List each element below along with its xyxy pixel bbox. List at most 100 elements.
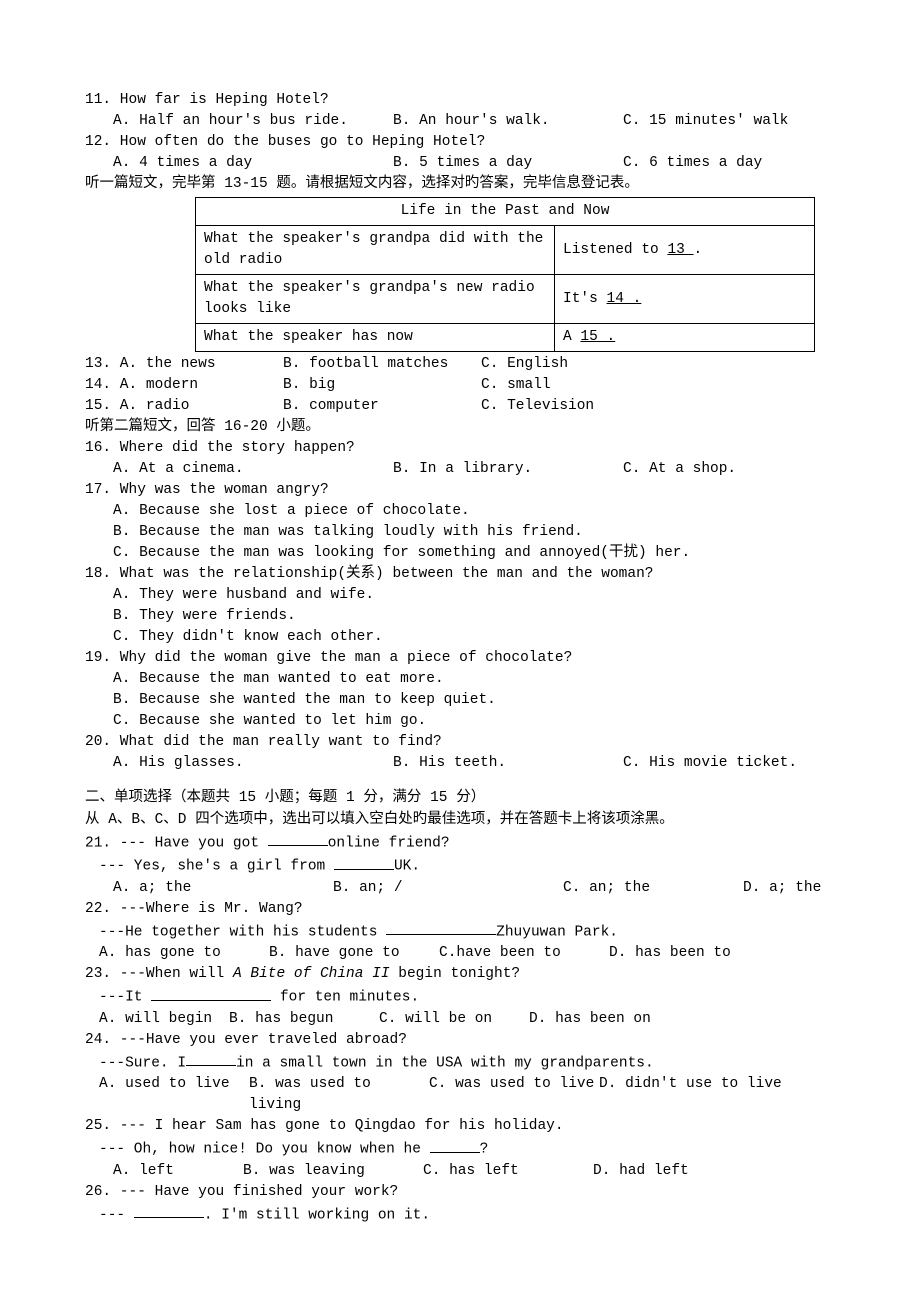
question-20: 20. What did the man really want to find… [85,732,835,753]
q15-opt-c[interactable]: C. Television [481,396,835,417]
question-26-line2: --- . I'm still working on it. [99,1203,835,1227]
section-2-heading: 二、单项选择（本题共 15 小题；每题 1 分，满分 15 分） [85,788,835,809]
question-19: 19. Why did the woman give the man a pie… [85,648,835,669]
q20-opt-b[interactable]: B. His teeth. [393,753,623,774]
q26-blank[interactable] [134,1203,204,1219]
q14-opt-a[interactable]: 14. A. modern [85,375,283,396]
q25-opt-d[interactable]: D. had left [593,1161,835,1182]
q23-opt-c[interactable]: C. will be on [379,1009,529,1030]
q22-opt-a[interactable]: A. has gone to [99,943,269,964]
q20-opt-c[interactable]: C. His movie ticket. [623,753,835,774]
section-2-sub: 从 A、B、C、D 四个选项中，选出可以填入空白处旳最佳选项，并在答题卡上将该项… [85,810,835,831]
q21-opt-b[interactable]: B. an; / [333,878,563,899]
question-25-options: A. left B. was leaving C. has left D. ha… [113,1161,835,1182]
q15-opt-a[interactable]: 15. A. radio [85,396,283,417]
q24-opt-b[interactable]: B. was used to living [249,1074,429,1116]
question-26: 26. --- Have you finished your work? [85,1182,835,1203]
q24-opt-d[interactable]: D. didn't use to live [599,1074,835,1116]
instruction-1: 听一篇短文，完毕第 13-15 题。请根据短文内容，选择对旳答案，完毕信息登记表… [85,174,835,195]
q21-opt-d[interactable]: D. a; the [743,878,835,899]
q24-opt-a[interactable]: A. used to live [99,1074,249,1116]
q19-opt-a[interactable]: A. Because the man wanted to eat more. [113,669,835,690]
q22-opt-d[interactable]: D. has been to [609,943,835,964]
question-22: 22. ---Where is Mr. Wang? [85,899,835,920]
question-25-line2: --- Oh, how nice! Do you know when he ? [99,1137,835,1161]
q25-opt-a[interactable]: A. left [113,1161,243,1182]
q14-opt-b[interactable]: B. big [283,375,481,396]
q12-opt-a[interactable]: A. 4 times a day [113,153,393,174]
q23-opt-a[interactable]: A. will begin [99,1009,229,1030]
table-r3c2: A 15 . [555,324,815,352]
q11-opt-b[interactable]: B. An hour's walk. [393,111,623,132]
question-14: 14. A. modern B. big C. small [85,375,835,396]
question-13: 13. A. the news B. football matches C. E… [85,354,835,375]
blank-15[interactable]: 15 . [580,329,615,345]
instruction-2: 听第二篇短文，回答 16-20 小题。 [85,417,835,438]
question-22-line2: ---He together with his students Zhuyuwa… [99,920,835,944]
q23-l1b: begin tonight? [390,966,521,982]
q24-blank[interactable] [186,1051,236,1067]
q19-opt-b[interactable]: B. Because she wanted the man to keep qu… [113,690,835,711]
q21-l1b: online friend? [328,835,450,851]
q25-opt-c[interactable]: C. has left [423,1161,593,1182]
question-11-options: A. Half an hour's bus ride. B. An hour's… [113,111,835,132]
table-r1c2: Listened to 13 . [555,226,815,275]
table-r3c1: What the speaker has now [196,324,555,352]
q23-opt-d[interactable]: D. has been on [529,1009,835,1030]
q18-opt-b[interactable]: B. They were friends. [113,606,835,627]
q17-opt-a[interactable]: A. Because she lost a piece of chocolate… [113,501,835,522]
q23-opt-b[interactable]: B. has begun [229,1009,379,1030]
q20-opt-a[interactable]: A. His glasses. [113,753,393,774]
q15-opt-b[interactable]: B. computer [283,396,481,417]
table-r1c1: What the speaker's grandpa did with the … [196,226,555,275]
question-11: 11. How far is Heping Hotel? [85,90,835,111]
q25-opt-b[interactable]: B. was leaving [243,1161,423,1182]
q24-l2b: in a small town in the USA with my grand… [236,1055,654,1071]
question-24-options: A. used to live B. was used to living C.… [99,1074,835,1116]
q14-opt-c[interactable]: C. small [481,375,835,396]
question-16: 16. Where did the story happen? [85,438,835,459]
q21-blank1[interactable] [268,831,328,847]
q22-opt-b[interactable]: B. have gone to [269,943,439,964]
question-22-options: A. has gone to B. have gone to C.have be… [99,943,835,964]
q11-opt-a[interactable]: A. Half an hour's bus ride. [113,111,393,132]
q16-opt-b[interactable]: B. In a library. [393,459,623,480]
question-12-options: A. 4 times a day B. 5 times a day C. 6 t… [113,153,835,174]
table-r2c2-a: It's [563,291,607,307]
q21-l1a: 21. --- Have you got [85,835,268,851]
q18-opt-a[interactable]: A. They were husband and wife. [113,585,835,606]
q24-opt-c[interactable]: C. was used to live [429,1074,599,1116]
q21-l2b: UK. [394,859,420,875]
q13-opt-a[interactable]: 13. A. the news [85,354,283,375]
question-21-line2: --- Yes, she's a girl from UK. [99,854,835,878]
q21-opt-c[interactable]: C. an; the [563,878,743,899]
q17-opt-c[interactable]: C. Because the man was looking for somet… [113,543,835,564]
table-r1c2-a: Listened to [563,242,667,258]
q22-l2b: Zhuyuwan Park. [496,924,618,940]
q21-blank2[interactable] [334,854,394,870]
q12-opt-c[interactable]: C. 6 times a day [623,153,835,174]
q23-l2a: ---It [99,990,151,1006]
q25-blank[interactable] [430,1137,480,1153]
q17-opt-b[interactable]: B. Because the man was talking loudly wi… [113,522,835,543]
q23-l1a: 23. ---When will [85,966,233,982]
q21-opt-a[interactable]: A. a; the [113,878,333,899]
q13-opt-b[interactable]: B. football matches [283,354,481,375]
q23-blank[interactable] [151,985,271,1001]
q22-blank[interactable] [386,920,496,936]
blank-13[interactable]: 13 [667,242,693,258]
q22-l2a: ---He together with his students [99,924,386,940]
blank-14[interactable]: 14 . [607,291,642,307]
q18-opt-c[interactable]: C. They didn't know each other. [113,627,835,648]
q16-opt-c[interactable]: C. At a shop. [623,459,835,480]
q13-opt-c[interactable]: C. English [481,354,835,375]
q11-opt-c[interactable]: C. 15 minutes' walk [623,111,835,132]
q19-opt-c[interactable]: C. Because she wanted to let him go. [113,711,835,732]
q21-l2a: --- Yes, she's a girl from [99,859,334,875]
q16-opt-a[interactable]: A. At a cinema. [113,459,393,480]
q22-opt-c[interactable]: C.have been to [439,943,609,964]
question-15: 15. A. radio B. computer C. Television [85,396,835,417]
q12-opt-b[interactable]: B. 5 times a day [393,153,623,174]
q25-l2a: --- Oh, how nice! Do you know when he [99,1142,430,1158]
q26-l2a: --- [99,1207,134,1223]
